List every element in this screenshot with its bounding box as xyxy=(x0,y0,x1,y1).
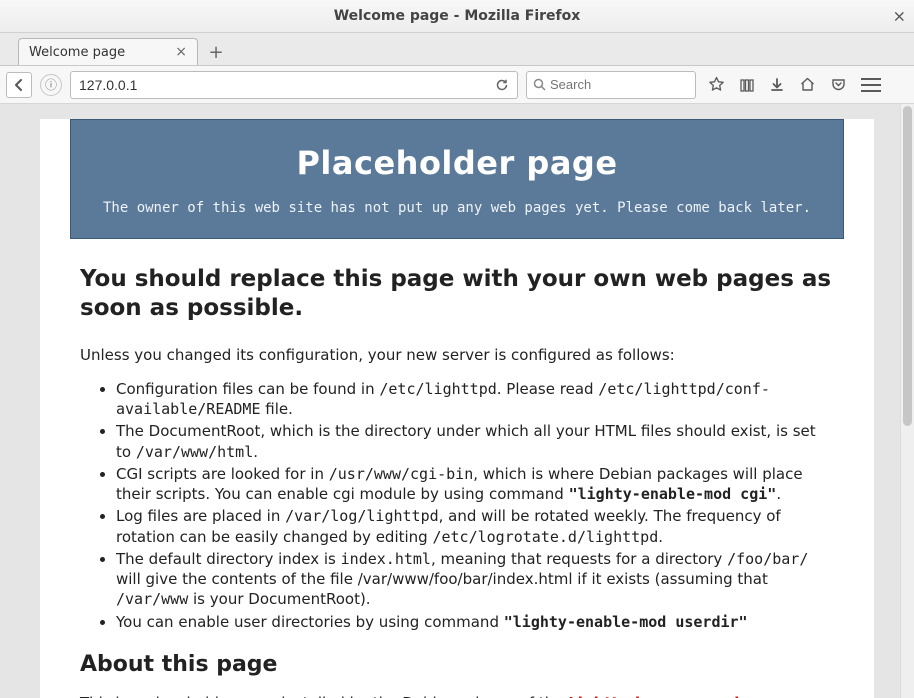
list-item: The DocumentRoot, which is the directory… xyxy=(116,421,834,462)
info-icon: ⓘ xyxy=(45,76,57,93)
search-bar[interactable] xyxy=(526,71,696,99)
star-icon xyxy=(708,76,725,93)
vertical-scrollbar[interactable] xyxy=(900,104,914,698)
browser-tab[interactable]: Welcome page × xyxy=(18,38,198,65)
tab-label: Welcome page xyxy=(29,45,173,60)
list-item: The default directory index is index.htm… xyxy=(116,549,834,610)
reload-button[interactable] xyxy=(491,78,513,92)
site-info-button[interactable]: ⓘ xyxy=(40,74,62,96)
about-paragraph-1: This is a placeholder page installed by … xyxy=(80,693,834,698)
back-button[interactable] xyxy=(6,72,32,98)
home-icon xyxy=(799,76,816,93)
bookmark-star-button[interactable] xyxy=(708,76,725,93)
pocket-icon xyxy=(830,76,847,93)
placeholder-banner: Placeholder page The owner of this web s… xyxy=(70,119,844,239)
window-title: Welcome page - Mozilla Firefox xyxy=(334,8,581,24)
search-input[interactable] xyxy=(550,77,726,92)
hamburger-icon xyxy=(861,78,881,80)
new-tab-button[interactable]: + xyxy=(204,41,228,63)
tab-strip: Welcome page × + xyxy=(0,33,914,66)
search-icon xyxy=(533,78,546,91)
navigation-toolbar: ⓘ xyxy=(0,66,914,104)
config-list: Configuration files can be found in /etc… xyxy=(116,379,834,632)
list-item: You can enable user directories by using… xyxy=(116,612,834,632)
intro-paragraph: Unless you changed its configuration, yo… xyxy=(80,345,834,365)
scroll-thumb[interactable] xyxy=(903,106,912,426)
arrow-left-icon xyxy=(12,78,26,92)
home-button[interactable] xyxy=(799,76,816,93)
list-item: CGI scripts are looked for in /usr/www/c… xyxy=(116,464,834,505)
library-button[interactable] xyxy=(739,77,755,93)
window-titlebar: Welcome page - Mozilla Firefox × xyxy=(0,0,914,33)
url-bar[interactable] xyxy=(70,71,518,99)
reload-icon xyxy=(495,78,509,92)
replace-heading: You should replace this page with your o… xyxy=(80,265,834,323)
browser-viewport: Placeholder page The owner of this web s… xyxy=(0,104,914,698)
banner-heading: Placeholder page xyxy=(91,144,823,182)
url-input[interactable] xyxy=(79,77,491,93)
banner-subtext: The owner of this web site has not put u… xyxy=(91,200,823,216)
about-heading: About this page xyxy=(80,652,834,677)
page-body: Placeholder page The owner of this web s… xyxy=(40,119,874,698)
pocket-button[interactable] xyxy=(830,76,847,93)
lighttpd-link[interactable]: Lighttpd server package. xyxy=(568,694,781,698)
download-arrow-icon xyxy=(769,77,785,93)
list-item: Log files are placed in /var/log/lighttp… xyxy=(116,506,834,547)
window-close-button[interactable]: × xyxy=(893,7,906,26)
page-content: You should replace this page with your o… xyxy=(40,239,874,698)
toolbar-icons xyxy=(708,76,847,93)
tab-close-button[interactable]: × xyxy=(173,44,189,60)
app-menu-button[interactable] xyxy=(859,73,883,97)
list-item: Configuration files can be found in /etc… xyxy=(116,379,834,420)
downloads-button[interactable] xyxy=(769,77,785,93)
bookshelf-icon xyxy=(739,77,755,93)
